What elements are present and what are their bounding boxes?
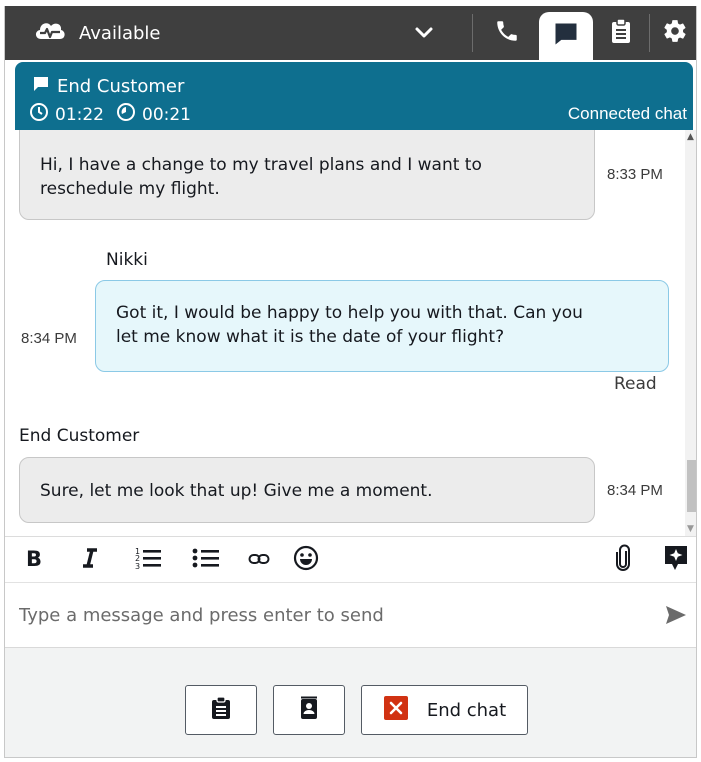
agent-status[interactable]: Available xyxy=(33,18,160,48)
link-icon xyxy=(248,551,270,570)
customer-message-bubble: Hi, I have a change to my travel plans a… xyxy=(19,130,595,220)
message-time: 8:34 PM xyxy=(607,482,663,499)
attachment-button[interactable] xyxy=(609,544,637,576)
link-button[interactable] xyxy=(245,545,273,575)
message-text: Sure, let me look that up! Give me a mom… xyxy=(40,481,433,501)
quick-connects-button[interactable] xyxy=(273,685,345,735)
status-label: Available xyxy=(79,22,161,44)
scroll-up-icon[interactable]: ▲ xyxy=(687,132,694,142)
tasks-tab[interactable] xyxy=(597,6,645,60)
bullet-list-icon xyxy=(192,546,220,574)
contact-name: End Customer xyxy=(57,76,185,97)
sender-name: Nikki xyxy=(106,250,148,270)
compose-area xyxy=(5,582,696,648)
attachment-icon xyxy=(614,544,632,576)
transcript-scrollbar[interactable]: ▲ ▼ xyxy=(685,130,696,536)
emoji-icon xyxy=(293,545,319,575)
chat-tab[interactable] xyxy=(539,12,593,60)
quick-responses-icon xyxy=(663,544,689,576)
agent-message-bubble: Got it, I would be happy to help you wit… xyxy=(95,280,669,372)
message-text: Got it, I would be happy to help you wit… xyxy=(116,303,583,323)
top-bar: Available xyxy=(5,6,696,60)
end-chat-label: End chat xyxy=(426,699,507,721)
end-chat-button[interactable]: End chat xyxy=(361,685,528,735)
message-time: 8:33 PM xyxy=(607,166,663,183)
bold-button[interactable]: B xyxy=(19,545,49,575)
message-time: 8:34 PM xyxy=(21,330,77,347)
message-text: reschedule my flight. xyxy=(40,179,220,199)
phone-icon xyxy=(494,18,520,48)
divider xyxy=(472,14,473,52)
italic-button[interactable] xyxy=(75,545,105,575)
phone-tab[interactable] xyxy=(483,6,531,60)
bullet-list-button[interactable] xyxy=(189,545,223,575)
emoji-button[interactable] xyxy=(291,545,321,575)
quick-responses-button[interactable] xyxy=(661,545,691,575)
divider xyxy=(649,14,650,52)
message-text: let me know what it is the date of your … xyxy=(116,327,505,347)
numbered-list-icon: 1 2 3 xyxy=(134,546,162,574)
send-icon[interactable] xyxy=(665,605,687,629)
italic-icon xyxy=(81,547,99,573)
contact-header: End Customer 01:22 00:21 Connected chat xyxy=(15,62,693,130)
chat-icon xyxy=(552,20,580,52)
chat-transcript[interactable]: Hi, I have a change to my travel plans a… xyxy=(5,130,685,536)
contact-state: Connected chat xyxy=(567,104,687,123)
scroll-down-icon[interactable]: ▼ xyxy=(687,524,694,534)
contact-title: End Customer xyxy=(33,76,184,97)
contact-actions: End chat xyxy=(5,648,696,757)
clipboard-icon xyxy=(211,696,231,724)
tasks-button[interactable] xyxy=(185,685,257,735)
cloud-heartbeat-icon xyxy=(33,17,67,49)
contact-timers: 01:22 00:21 xyxy=(29,102,203,127)
numbered-list-button[interactable]: 1 2 3 xyxy=(131,545,165,575)
clock-icon xyxy=(29,102,49,127)
svg-text:B: B xyxy=(26,547,42,569)
state-timer-value: 00:21 xyxy=(142,104,191,125)
close-icon xyxy=(383,695,409,725)
svg-text:3: 3 xyxy=(135,562,140,570)
bold-icon: B xyxy=(25,547,43,573)
scroll-thumb[interactable] xyxy=(687,460,696,512)
total-timer: 01:22 xyxy=(29,102,104,127)
state-timer: 00:21 xyxy=(116,102,191,127)
clipboard-icon xyxy=(610,18,632,48)
customer-message-bubble: Sure, let me look that up! Give me a mom… xyxy=(19,457,595,523)
message-text: Hi, I have a change to my travel plans a… xyxy=(40,155,482,175)
formatting-toolbar: B 1 2 3 xyxy=(5,536,696,582)
sender-name: End Customer xyxy=(19,426,140,446)
chevron-down-icon[interactable] xyxy=(413,22,435,48)
message-input[interactable] xyxy=(19,599,639,631)
chat-icon xyxy=(33,76,49,97)
gear-icon xyxy=(662,18,688,48)
total-timer-value: 01:22 xyxy=(55,104,104,125)
stopwatch-icon xyxy=(116,102,136,127)
address-book-icon xyxy=(299,696,319,724)
settings-tab[interactable] xyxy=(653,6,696,60)
ccp-window: Available End Customer 01:22 00:21 Conne… xyxy=(4,6,697,758)
read-receipt: Read xyxy=(614,374,657,394)
